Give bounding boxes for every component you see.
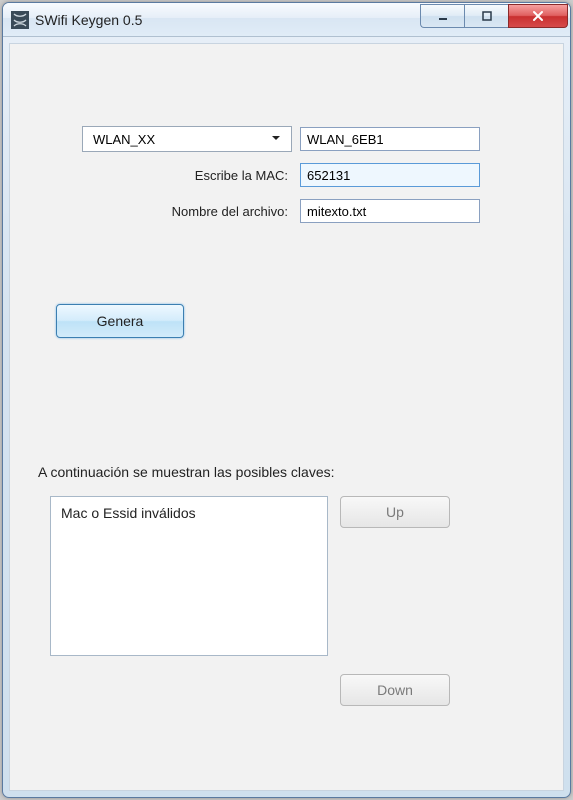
file-label: Nombre del archivo:: [10, 204, 300, 219]
down-button[interactable]: Down: [340, 674, 450, 706]
results-message: Mac o Essid inválidos: [61, 505, 317, 521]
results-heading: A continuación se muestran las posibles …: [38, 464, 335, 480]
close-button[interactable]: [508, 4, 568, 28]
mac-input[interactable]: [300, 163, 480, 187]
maximize-button[interactable]: [464, 4, 508, 28]
form-area: WLAN_XX Escribe la MAC: Nomb: [10, 124, 563, 232]
app-icon: [11, 11, 29, 29]
dropdown-value: WLAN_XX: [93, 132, 267, 147]
minimize-button[interactable]: [420, 4, 464, 28]
titlebar[interactable]: SWifi Keygen 0.5: [3, 3, 570, 37]
client-area: WLAN_XX Escribe la MAC: Nomb: [9, 43, 564, 791]
window-title: SWifi Keygen 0.5: [35, 12, 420, 28]
chevron-down-icon: [267, 132, 285, 147]
ssid-input[interactable]: [300, 127, 480, 151]
results-listbox[interactable]: Mac o Essid inválidos: [50, 496, 328, 656]
up-button[interactable]: Up: [340, 496, 450, 528]
network-type-dropdown[interactable]: WLAN_XX: [82, 126, 292, 152]
filename-input[interactable]: [300, 199, 480, 223]
mac-label: Escribe la MAC:: [10, 168, 300, 183]
window-controls: [420, 4, 568, 28]
app-window: SWifi Keygen 0.5 WLAN_XX: [2, 2, 571, 798]
generate-button[interactable]: Genera: [56, 304, 184, 338]
